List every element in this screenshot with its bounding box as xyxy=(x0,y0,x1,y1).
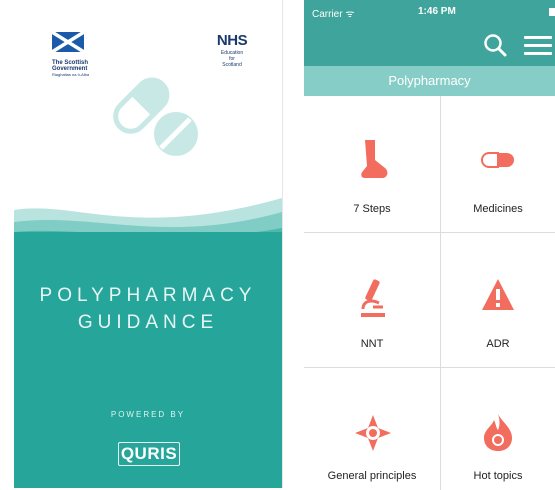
quris-logo: QURIS xyxy=(118,442,180,466)
nhs-mark: NHS xyxy=(216,32,248,49)
compass-icon xyxy=(355,415,391,451)
tile-7-steps[interactable]: 7 Steps xyxy=(304,96,441,233)
tile-label: 7 Steps xyxy=(353,203,391,215)
saltire-flag-icon xyxy=(51,30,85,54)
tile-label: General principles xyxy=(327,470,417,482)
pills-illustration-icon xyxy=(113,77,198,156)
microscope-icon xyxy=(361,279,385,317)
tile-label: Hot topics xyxy=(473,470,523,482)
tile-hot-topics[interactable]: Hot topics xyxy=(441,368,555,490)
tile-label: NNT xyxy=(360,338,384,350)
tile-grid: 7 Steps Medicines NNT ADR General princi… xyxy=(304,96,555,490)
menu-bar-icon xyxy=(524,44,552,47)
search-button[interactable] xyxy=(482,32,508,58)
foot-icon xyxy=(361,140,388,178)
clock-time: 1:46 PM xyxy=(418,6,456,17)
app-title-line2: GUIDANCE xyxy=(77,312,219,333)
warning-icon xyxy=(482,279,514,310)
carrier-label: Carrier ᯤ xyxy=(312,9,355,20)
powered-by-label: POWERED BY xyxy=(110,410,186,419)
battery-icon xyxy=(549,8,555,16)
menu-bar-icon xyxy=(524,52,552,55)
search-icon xyxy=(484,34,507,57)
capsule-icon xyxy=(481,152,514,168)
tile-label: Medicines xyxy=(473,203,523,215)
tile-adr[interactable]: ADR xyxy=(441,233,555,368)
app-home-screen: Carrier ᯤ 1:46 PM Polypharmacy 7 Steps M… xyxy=(304,0,555,490)
tile-nnt[interactable]: NNT xyxy=(304,233,441,368)
tile-label: ADR xyxy=(486,338,510,350)
app-title-line1: POLYPHARMACY xyxy=(39,285,257,306)
nhs-line3: Scotland xyxy=(222,62,242,68)
scottish-government-logo: The Scottish Government Riaghaltas na h-… xyxy=(51,30,102,77)
menu-bar-icon xyxy=(524,36,552,39)
status-bar: Carrier ᯤ 1:46 PM xyxy=(304,0,555,24)
hamburger-menu-button[interactable] xyxy=(524,36,552,56)
tile-general-principles[interactable]: General principles xyxy=(304,368,441,490)
tile-medicines[interactable]: Medicines xyxy=(441,96,555,233)
gov-logo-line3: Riaghaltas na h-Alba xyxy=(52,72,90,77)
splash-screen: The Scottish Government Riaghaltas na h-… xyxy=(14,0,283,488)
section-title: Polypharmacy xyxy=(304,66,555,96)
nhs-education-logo: NHS Education for Scotland xyxy=(212,32,252,68)
nav-bar xyxy=(304,24,555,66)
flame-icon xyxy=(484,414,512,451)
